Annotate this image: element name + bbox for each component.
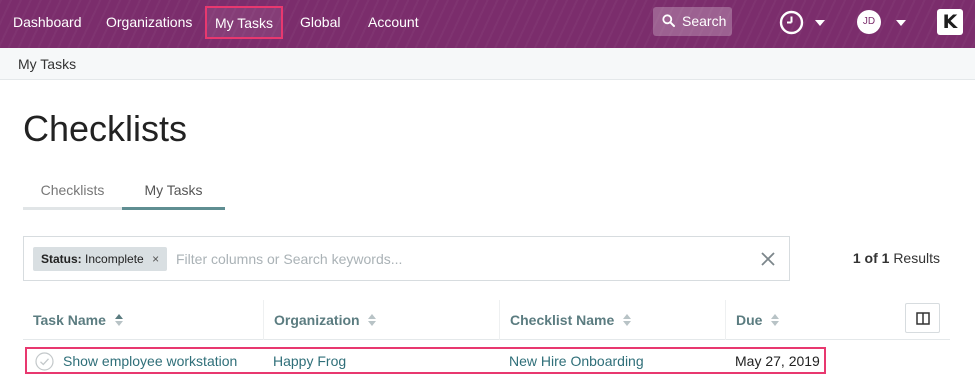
sort-icon[interactable] xyxy=(622,313,632,327)
organization-link[interactable]: Happy Frog xyxy=(273,353,346,369)
app-logo[interactable]: K xyxy=(937,9,963,35)
results-of: of xyxy=(864,250,878,266)
status-filter-chip[interactable]: Status: Incomplete × xyxy=(33,247,168,271)
close-icon[interactable] xyxy=(760,251,776,267)
tab-checklists[interactable]: Checklists xyxy=(23,182,122,210)
column-label: Organization xyxy=(274,312,360,328)
nav-global[interactable]: Global xyxy=(300,0,340,44)
chevron-down-icon[interactable] xyxy=(896,20,906,26)
checklist-name-link[interactable]: New Hire Onboarding xyxy=(509,353,644,369)
chip-value: Incomplete xyxy=(85,252,144,266)
breadcrumb-bar: My Tasks xyxy=(0,48,975,80)
search-button[interactable]: Search xyxy=(653,7,732,36)
chevron-down-icon[interactable] xyxy=(815,20,825,26)
column-toggle-button[interactable] xyxy=(905,303,940,333)
table-header: Task Name Organization Checklist Name Du… xyxy=(23,300,950,340)
chip-key: Status: xyxy=(41,252,82,266)
sort-icon[interactable] xyxy=(770,313,780,327)
column-header-organization[interactable]: Organization xyxy=(263,300,499,340)
sort-icon[interactable] xyxy=(114,313,124,327)
column-label: Checklist Name xyxy=(510,312,615,328)
results-current: 1 xyxy=(852,250,861,266)
column-header-due[interactable]: Due xyxy=(725,300,845,340)
results-count: 1 of 1 Results xyxy=(800,250,940,266)
results-label: Results xyxy=(893,250,940,266)
top-navbar: Dashboard Organizations My Tasks Global … xyxy=(0,0,975,48)
column-label: Task Name xyxy=(33,312,106,328)
table-row[interactable]: Show employee workstation Happy Frog New… xyxy=(25,347,826,374)
task-name-link[interactable]: Show employee workstation xyxy=(63,353,237,369)
due-date: May 27, 2019 xyxy=(735,353,820,369)
tab-my-tasks[interactable]: My Tasks xyxy=(122,182,225,210)
chip-remove-icon[interactable]: × xyxy=(152,252,159,266)
search-button-label: Search xyxy=(682,13,727,29)
column-header-checklist-name[interactable]: Checklist Name xyxy=(499,300,725,340)
search-input[interactable] xyxy=(176,247,736,271)
filter-bar: Status: Incomplete × xyxy=(23,236,790,281)
avatar[interactable]: JD xyxy=(857,10,881,34)
nav-dashboard[interactable]: Dashboard xyxy=(13,0,82,44)
nav-account[interactable]: Account xyxy=(368,0,419,44)
breadcrumb[interactable]: My Tasks xyxy=(18,56,76,72)
nav-my-tasks[interactable]: My Tasks xyxy=(205,6,283,39)
column-header-task-name[interactable]: Task Name xyxy=(23,300,263,340)
columns-icon xyxy=(916,312,930,325)
results-total: 1 xyxy=(881,250,890,266)
column-label: Due xyxy=(736,312,763,328)
clock-icon[interactable] xyxy=(779,10,804,35)
sort-icon[interactable] xyxy=(367,313,377,327)
page-title: Checklists xyxy=(23,108,188,149)
nav-organizations[interactable]: Organizations xyxy=(106,0,192,44)
check-circle-icon[interactable] xyxy=(35,352,54,371)
search-icon xyxy=(662,14,675,27)
